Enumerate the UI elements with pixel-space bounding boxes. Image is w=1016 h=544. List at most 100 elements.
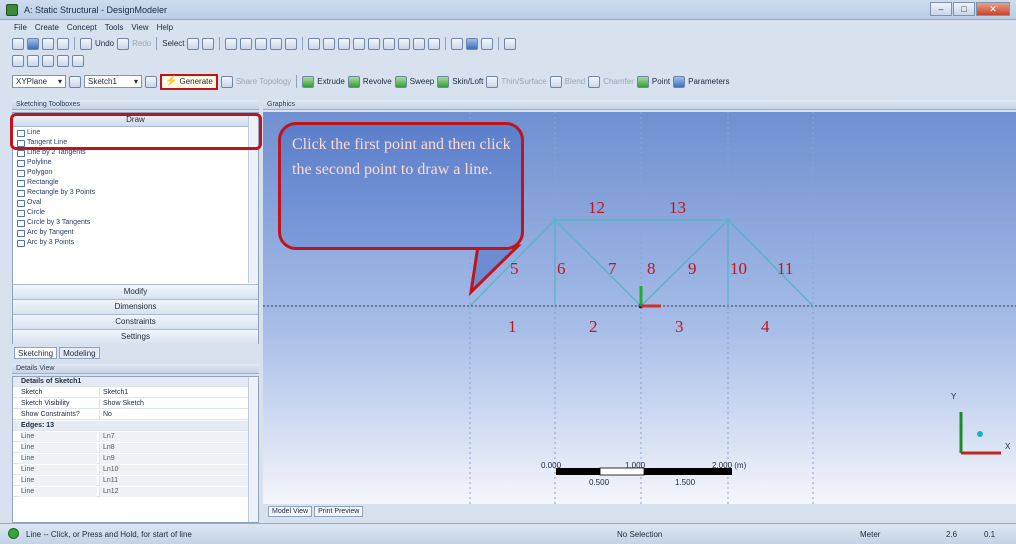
tab-print-preview[interactable]: Print Preview [314,506,364,517]
tool-oval[interactable]: Oval [17,198,253,208]
undo-icon[interactable] [80,37,92,50]
share-topology-button[interactable]: Share Topology [236,77,291,86]
tool-arc-3-points[interactable]: Arc by 3 Points [17,238,253,248]
revolve-button[interactable]: Revolve [363,77,392,86]
pan-icon[interactable] [323,37,336,50]
tool-polyline[interactable]: Polyline [17,158,253,168]
modify-section[interactable]: Modify [13,284,258,299]
edges-header[interactable]: Edges: 13 [13,421,249,431]
sweep-icon[interactable] [394,75,407,88]
plane-select[interactable]: XYPlane ▾ [12,75,66,88]
select-edges-icon[interactable] [240,37,253,50]
truss-node[interactable] [553,218,557,222]
menu-concept[interactable]: Concept [67,23,97,34]
tool-polygon[interactable]: Polygon [17,168,253,178]
edge-row[interactable]: Line Ln10 [13,465,249,475]
undo-button[interactable]: Undo [95,39,114,48]
parameters-icon[interactable] [673,75,686,88]
chamfer-button[interactable]: Chamfer [603,77,634,86]
menu-create[interactable]: Create [35,23,59,34]
tool-arc-by-tangent[interactable]: Arc by Tangent [17,228,253,238]
select-faces-icon[interactable] [255,37,268,50]
constraints-section[interactable]: Constraints [13,314,258,329]
save-icon[interactable] [27,37,39,50]
tool-circle-3-tangents[interactable]: Circle by 3 Tangents [17,218,253,228]
sweep-button[interactable]: Sweep [410,77,434,86]
help-icon[interactable] [504,37,517,50]
tool-circle[interactable]: Circle [17,208,253,218]
menu-file[interactable]: File [14,23,27,34]
select-button[interactable]: Select [162,39,184,48]
blend-icon[interactable] [549,75,562,88]
screenshot-icon[interactable] [57,37,69,50]
zoom-box-icon[interactable] [353,37,366,50]
detail-row[interactable]: Sketch Visibility Show Sketch [13,399,249,409]
detail-row[interactable]: Sketch Sketch1 [13,388,249,398]
point-icon[interactable] [636,75,649,88]
details-scrollbar[interactable] [248,377,258,522]
details-header[interactable]: Details of Sketch1 [13,377,249,387]
thin-surface-button[interactable]: Thin/Surface [501,77,546,86]
generate-button[interactable]: ⚡ Generate [160,73,218,90]
new-sketch-icon[interactable] [145,75,157,88]
point-button[interactable]: Point [652,77,670,86]
previous-view-icon[interactable] [398,37,411,50]
dimensions-section[interactable]: Dimensions [13,299,258,314]
isometric-icon[interactable] [428,37,441,50]
edge-row[interactable]: Line Ln7 [13,432,249,442]
menu-view[interactable]: View [131,23,148,34]
new-icon[interactable] [12,37,24,50]
zoom-icon[interactable] [338,37,351,50]
display-options-icon[interactable] [481,37,494,50]
text-size-icon[interactable] [27,54,39,67]
magnifier-icon[interactable] [383,37,396,50]
rotate-icon[interactable] [308,37,321,50]
units-status[interactable]: Meter [860,530,880,539]
edge-row[interactable]: Line Ln8 [13,443,249,453]
truss-node[interactable] [726,218,730,222]
settings-section[interactable]: Settings [13,329,258,344]
truss-member[interactable] [554,219,642,307]
extend-selection-icon[interactable] [285,37,298,50]
redo-icon[interactable] [117,37,130,50]
parameters-button[interactable]: Parameters [688,77,729,86]
blend-button[interactable]: Blend [565,77,585,86]
tool-rectangle-3-points[interactable]: Rectangle by 3 Points [17,188,253,198]
next-view-icon[interactable] [413,37,426,50]
extrude-icon[interactable] [302,75,315,88]
select-points-icon[interactable] [225,37,238,50]
new-plane-icon[interactable] [69,75,81,88]
skin-loft-icon[interactable] [437,75,450,88]
select-mode-icon[interactable] [187,37,200,50]
tool-rectangle[interactable]: Rectangle [17,178,253,188]
tab-modeling[interactable]: Modeling [59,347,100,359]
detail-row[interactable]: Show Constraints? No [13,410,249,420]
menu-tools[interactable]: Tools [105,23,124,34]
edge-row[interactable]: Line Ln12 [13,487,249,497]
chamfer-icon[interactable] [588,75,601,88]
display-plane-icon[interactable] [451,37,464,50]
thin-surface-icon[interactable] [486,75,499,88]
edge-row[interactable]: Line Ln9 [13,454,249,464]
minimize-button[interactable]: – [930,2,952,16]
share-topology-icon[interactable] [220,75,233,88]
export-icon[interactable] [42,37,54,50]
tab-sketching[interactable]: Sketching [14,347,58,359]
select-filter-icon[interactable] [202,37,215,50]
edge-row[interactable]: Line Ln11 [13,476,249,486]
redo-button[interactable]: Redo [132,39,151,48]
tab-model-view[interactable]: Model View [268,506,313,517]
text-size-icon[interactable] [42,54,54,67]
menu-help[interactable]: Help [157,23,173,34]
skin-loft-button[interactable]: Skin/Loft [452,77,483,86]
text-size-icon[interactable] [57,54,69,67]
select-bodies-icon[interactable] [270,37,283,50]
maximize-button[interactable]: □ [953,2,975,16]
extrude-button[interactable]: Extrude [317,77,345,86]
sketch-select[interactable]: Sketch1 ▾ [84,75,142,88]
text-size-icon[interactable] [72,54,84,67]
close-button[interactable]: ✕ [976,2,1010,16]
zoom-to-fit-icon[interactable] [368,37,381,50]
display-model-icon[interactable] [466,37,479,50]
graphics-options-icon[interactable] [12,54,24,67]
